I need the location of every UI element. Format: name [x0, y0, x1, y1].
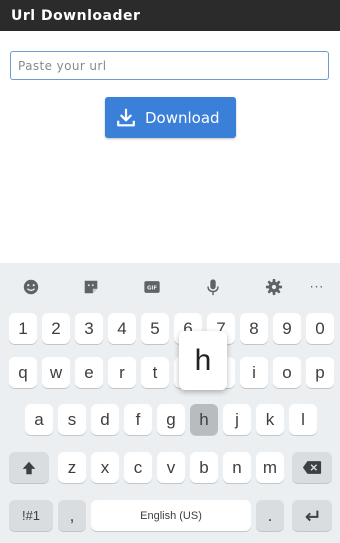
key-o[interactable]: o [273, 357, 301, 388]
space-key[interactable]: English (US) [91, 500, 251, 531]
key-9[interactable]: 9 [273, 313, 301, 344]
key-p[interactable]: p [306, 357, 334, 388]
key-w[interactable]: w [42, 357, 70, 388]
download-icon [117, 108, 135, 126]
key-c[interactable]: c [124, 452, 152, 483]
key-n[interactable]: n [223, 452, 251, 483]
key-r[interactable]: r [108, 357, 136, 388]
emoji-icon[interactable] [21, 277, 41, 297]
sticker-icon[interactable] [81, 277, 101, 297]
key-j[interactable]: j [223, 404, 251, 435]
key-4[interactable]: 4 [108, 313, 136, 344]
key-8[interactable]: 8 [240, 313, 268, 344]
key-2[interactable]: 2 [42, 313, 70, 344]
key-h[interactable]: h [190, 404, 218, 435]
key-d[interactable]: d [91, 404, 119, 435]
key-a[interactable]: a [25, 404, 53, 435]
key-3[interactable]: 3 [75, 313, 103, 344]
download-button-label: Download [145, 108, 220, 127]
enter-key[interactable] [292, 500, 332, 531]
onscreen-keyboard: GIF ··· 1 2 3 4 5 6 7 8 9 0 q w e r t i … [0, 263, 340, 543]
gear-icon[interactable] [264, 277, 284, 297]
mic-icon[interactable] [203, 277, 223, 297]
key-s[interactable]: s [58, 404, 86, 435]
key-b[interactable]: b [190, 452, 218, 483]
key-f[interactable]: f [124, 404, 152, 435]
key-z[interactable]: z [58, 452, 86, 483]
shift-key[interactable] [9, 452, 49, 483]
key-i[interactable]: i [240, 357, 268, 388]
svg-text:GIF: GIF [147, 286, 157, 292]
keyboard-toolbar: GIF ··· [0, 263, 340, 311]
key-e[interactable]: e [75, 357, 103, 388]
key-0[interactable]: 0 [306, 313, 334, 344]
key-preview-popup: h [179, 331, 227, 390]
key-l[interactable]: l [289, 404, 317, 435]
key-5[interactable]: 5 [141, 313, 169, 344]
key-x[interactable]: x [91, 452, 119, 483]
enter-icon [305, 510, 319, 521]
download-button[interactable]: Download [105, 97, 236, 138]
key-v[interactable]: v [157, 452, 185, 483]
key-q[interactable]: q [9, 357, 37, 388]
symbols-key[interactable]: !#1 [9, 500, 53, 531]
key-m[interactable]: m [256, 452, 284, 483]
more-icon[interactable]: ··· [307, 277, 327, 297]
shift-icon [22, 461, 36, 474]
key-1[interactable]: 1 [9, 313, 37, 344]
gif-icon[interactable]: GIF [142, 277, 162, 297]
backspace-icon [302, 461, 322, 474]
app-title: Url Downloader [0, 0, 340, 31]
key-k[interactable]: k [256, 404, 284, 435]
key-t[interactable]: t [141, 357, 169, 388]
key-g[interactable]: g [157, 404, 185, 435]
url-input[interactable] [10, 51, 329, 80]
comma-key[interactable]: , [58, 500, 86, 531]
period-key[interactable]: . [256, 500, 284, 531]
backspace-key[interactable] [292, 452, 332, 483]
